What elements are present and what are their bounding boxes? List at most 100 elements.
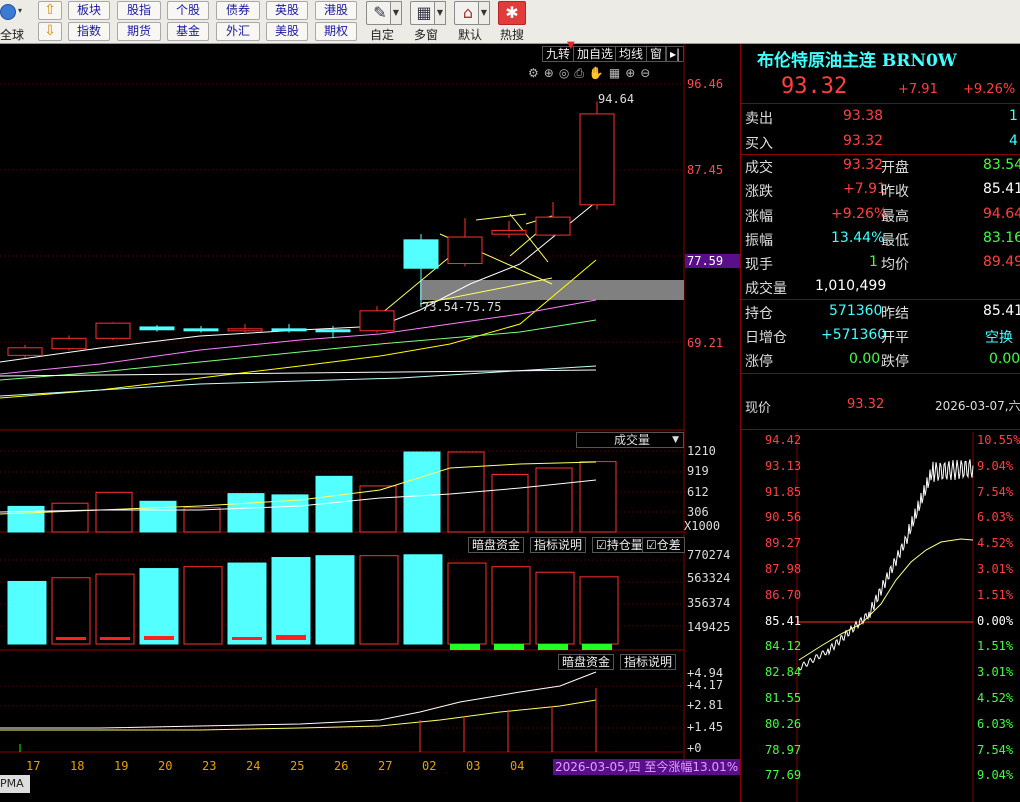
now-date: 2026-03-07,六	[935, 399, 1020, 413]
oi-bar	[579, 576, 619, 645]
intraday-price-tick: 77.69	[765, 768, 802, 783]
candle	[183, 328, 219, 332]
x-date: 24	[246, 759, 261, 773]
default-label[interactable]: 默认	[458, 26, 482, 43]
oi-bar	[183, 566, 223, 645]
oi-diff-bar	[450, 644, 480, 650]
candle	[7, 347, 43, 356]
btn-zhishu[interactable]: 指数	[68, 22, 110, 41]
chevron-down-icon[interactable]: ▾	[18, 6, 22, 15]
kline-chart-area[interactable]: 九转 加自选 均线 窗 ▸| ▼ ⚙⊕◎⎙✋▦⊕⊖ 96.46 87.45 77…	[0, 40, 741, 802]
global-label[interactable]: 全球	[0, 26, 24, 43]
zone-label: 73.54-75.75	[422, 300, 502, 314]
hot-search-icon[interactable]: ✱	[498, 1, 526, 25]
intraday-price-tick: 80.26	[765, 716, 802, 731]
indicator-help-button-2[interactable]: 指标说明	[620, 654, 677, 670]
ma-line-pink	[0, 299, 597, 375]
stat-row: 涨跌 +7.91 昨收 85.41	[745, 181, 1020, 200]
oi-tick: 770274	[687, 548, 731, 562]
oi-bar	[535, 571, 575, 645]
stat-row: 现手 1 均价 89.49	[745, 254, 1020, 273]
volume-bar	[227, 493, 265, 533]
now-label: 现价	[745, 401, 772, 416]
sell-row: 卖出 93.38 1	[745, 108, 1018, 127]
intraday-pct-tick: 3.01%	[977, 665, 1014, 680]
btn-jijin[interactable]: 基金	[167, 22, 209, 41]
btn-zhaiquan[interactable]: 债券	[216, 1, 260, 20]
custom-label[interactable]: 自定	[370, 26, 394, 43]
oi-diff-bar	[494, 644, 524, 650]
candle	[359, 310, 395, 332]
volume-bar	[139, 500, 177, 533]
indicator-help-button[interactable]: 指标说明	[530, 537, 587, 553]
oi-bar	[7, 580, 47, 645]
globe-icon[interactable]	[0, 4, 16, 20]
current-price-tag: 77.59	[685, 254, 740, 268]
stat-row: 振幅 13.44% 最低 83.16	[745, 230, 1020, 249]
oi-diff-checkbox[interactable]: ☑仓差	[642, 537, 685, 553]
btn-guzhi[interactable]: 股指	[117, 1, 161, 20]
btn-qiquan[interactable]: 期权	[315, 22, 357, 41]
btn-ganggu[interactable]: 港股	[315, 1, 357, 20]
x-date: 04	[510, 759, 525, 773]
down-arrow-button[interactable]: ⇩	[38, 22, 62, 41]
oi-bar	[447, 562, 487, 645]
oi-tick: 356374	[687, 596, 731, 610]
volume-title: 成交量	[614, 433, 651, 447]
btn-waihui[interactable]: 外汇	[216, 22, 260, 41]
stat-row: 成交 93.32 开盘 83.54	[745, 157, 1020, 176]
dark-pool-button[interactable]: 暗盘资金	[468, 537, 525, 553]
vol-tick: 306	[687, 505, 709, 519]
intraday-price-tick: 94.42	[765, 433, 802, 447]
volume-bar	[535, 467, 573, 533]
btn-bankuai[interactable]: 板块	[68, 1, 110, 20]
ind-tick: +0	[687, 741, 702, 755]
status-range: 2026-03-05,四 至今涨幅13.01%	[553, 759, 741, 775]
oi-checkbox[interactable]: ☑持仓量	[592, 537, 647, 553]
buy-row: 买入 93.32 4	[745, 133, 1018, 152]
oi-row: 日增仓 +571360 开平 空换	[745, 327, 1013, 346]
volume-bar	[51, 502, 89, 533]
oi-diff-bar	[538, 644, 568, 650]
oi-row: 涨停 0.00 跌停 0.00	[745, 351, 1020, 370]
btn-yinggu[interactable]: 英股	[266, 1, 308, 20]
ind-tick: +1.45	[687, 720, 724, 734]
intraday-pct-tick: 1.51%	[977, 587, 1014, 602]
oi-bar	[139, 568, 179, 645]
volume-bar	[7, 505, 45, 533]
volume-selector[interactable]: 成交量 ▼	[576, 432, 684, 448]
intraday-pct-tick: 0.00%	[977, 613, 1014, 628]
oi-bar	[359, 555, 399, 645]
candle	[403, 239, 439, 269]
hot-search-label[interactable]: 热搜	[500, 26, 524, 43]
x-date: 26	[334, 759, 349, 773]
indicator-line-white	[0, 671, 597, 729]
volume-bar	[359, 485, 397, 533]
intraday-price-tick: 78.97	[765, 742, 802, 757]
dark-pool-button-2[interactable]: 暗盘资金	[558, 654, 615, 670]
btn-meigu[interactable]: 美股	[266, 22, 308, 41]
x-date: 25	[290, 759, 305, 773]
oi-bar	[271, 557, 311, 645]
candle	[447, 236, 483, 265]
x-date: 18	[70, 759, 85, 773]
chevron-down-icon[interactable]: ▼	[390, 1, 402, 25]
oi-bar	[403, 554, 443, 645]
chevron-down-icon[interactable]: ▼	[434, 1, 446, 25]
price-tick: 87.45	[687, 163, 724, 177]
stat-row: 成交量 1,010,499	[745, 278, 887, 297]
intraday-price-tick: 85.41	[765, 613, 802, 628]
btn-qihuo[interactable]: 期货	[117, 22, 161, 41]
pma-tab[interactable]: PMA	[0, 775, 30, 793]
up-arrow-button[interactable]: ⇧	[38, 1, 62, 20]
multi-window-label[interactable]: 多窗	[414, 26, 438, 43]
price-change: +7.91	[898, 82, 938, 97]
volume-bar	[403, 451, 441, 533]
volume-bar	[579, 461, 617, 533]
chevron-down-icon[interactable]: ▼	[478, 1, 490, 25]
candle	[271, 328, 307, 332]
x-date: 23	[202, 759, 217, 773]
oi-diff-bar	[582, 644, 612, 650]
btn-gegu[interactable]: 个股	[167, 1, 209, 20]
candle	[139, 326, 175, 331]
